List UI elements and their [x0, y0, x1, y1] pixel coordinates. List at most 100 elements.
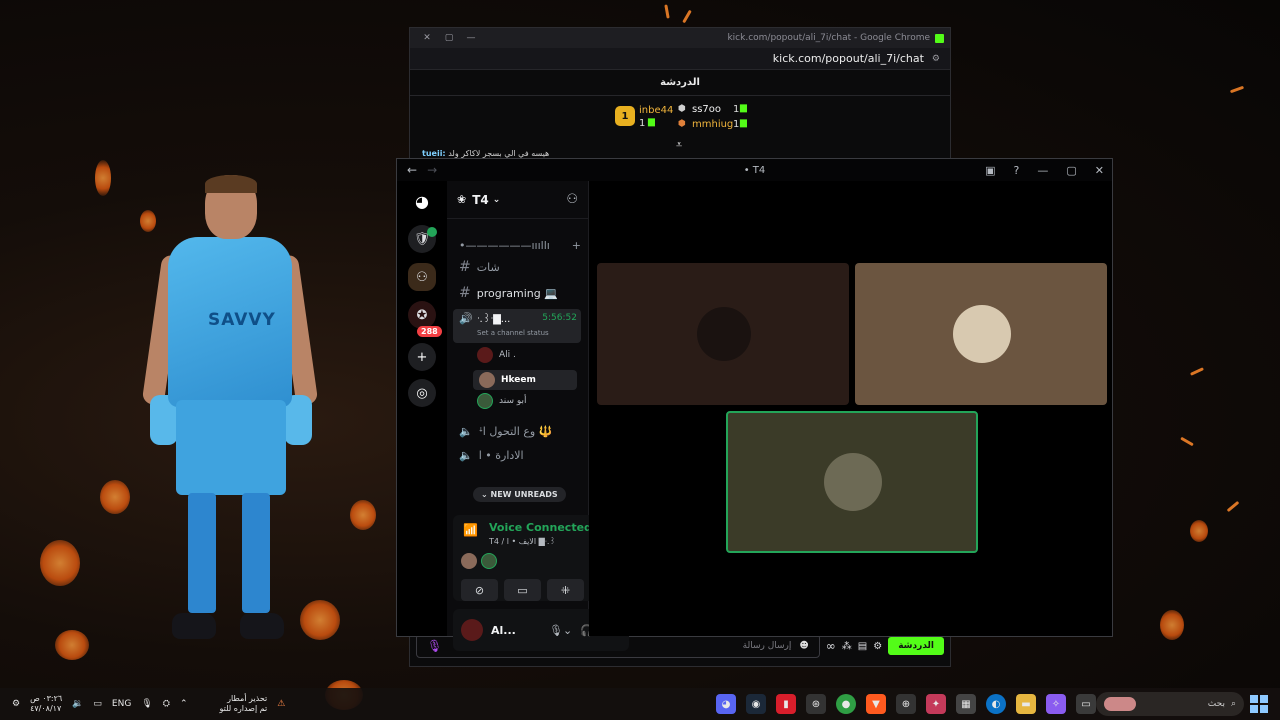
add-channel-icon[interactable]: +: [572, 239, 581, 252]
weather-subtitle: تم إصداره للتو: [219, 704, 268, 713]
leader-name[interactable]: inbe44: [639, 105, 673, 116]
discover-icon[interactable]: ◎: [408, 379, 436, 407]
app-icon[interactable]: ▭: [1076, 694, 1096, 714]
tray-app-icon[interactable]: ⛭: [163, 699, 170, 709]
speaker-icon: 🔊: [459, 312, 473, 325]
network-icon[interactable]: ▭: [93, 699, 102, 709]
user-name: Hkeem: [501, 375, 536, 385]
address-bar[interactable]: kick.com/popout/ali_7i/chat ⚙: [410, 48, 950, 70]
infinity-icon[interactable]: ∞: [826, 639, 836, 653]
text-channel[interactable]: # programing 💻: [459, 285, 581, 301]
site-settings-icon[interactable]: ⚙: [932, 54, 940, 64]
voice-user[interactable]: أبو سند: [477, 393, 527, 409]
ember-streak: [682, 9, 692, 24]
language-indicator[interactable]: ENG: [112, 699, 131, 709]
close-icon[interactable]: ✕: [416, 33, 438, 43]
copilot-app-icon[interactable]: ✧: [1046, 694, 1066, 714]
channel-name: programing 💻: [476, 286, 558, 300]
steam-app-icon[interactable]: ◉: [746, 694, 766, 714]
mic-icon[interactable]: 🎙: [141, 699, 152, 709]
channel-status-link[interactable]: Set a channel status: [477, 329, 549, 337]
participant-tile[interactable]: [855, 263, 1107, 405]
close-icon[interactable]: ✕: [1095, 164, 1104, 177]
avatar: [477, 393, 493, 409]
settings-icon[interactable]: ⚙: [873, 641, 882, 652]
server-header[interactable]: ❀ T4 ⌄ ⚇: [447, 181, 588, 219]
channel-name: ꜜوع التحول ا 🔱: [478, 425, 553, 438]
participant-tile[interactable]: [597, 263, 849, 405]
ember-streak: [1229, 85, 1245, 94]
brave-app-icon[interactable]: ▼: [866, 694, 886, 714]
inbox-icon[interactable]: ▣: [985, 164, 995, 177]
discord-window: ← → • T4 ▣ ? — ▢ ✕ ◕ 🛡 ⚇ ✪ 288 + ◎ ❀ T4 …: [396, 158, 1113, 651]
store-icon[interactable]: ▤: [858, 641, 867, 652]
discord-app-icon[interactable]: ◕: [716, 694, 736, 714]
emoji-icon[interactable]: ☻: [799, 641, 808, 651]
help-icon[interactable]: ?: [1014, 164, 1020, 177]
add-server-icon[interactable]: +: [408, 343, 436, 371]
maximize-icon[interactable]: ▢: [438, 33, 460, 43]
user-name[interactable]: Al...: [491, 624, 516, 637]
pinned-apps: ◕ ◉ ▮ ⊛ ● ▼ ⊕ ✦ ▦ ◐ ▬ ✧ ▭: [716, 694, 1096, 714]
maximize-icon[interactable]: ▢: [1066, 164, 1076, 177]
clock[interactable]: ٠٣:٢٦ ص ٤٧/٠٨/١٧: [30, 694, 62, 714]
voice-status[interactable]: Voice Connected: [489, 521, 592, 534]
avatar[interactable]: [461, 619, 483, 641]
leader-count: 1: [733, 119, 740, 130]
chat-username[interactable]: tueii:: [422, 149, 446, 158]
app-icon[interactable]: ✦: [926, 694, 946, 714]
explorer-app-icon[interactable]: ▬: [1016, 694, 1036, 714]
leader-name[interactable]: ss7oo: [692, 104, 721, 115]
leader-name[interactable]: mmhiug: [692, 119, 733, 130]
app-icon[interactable]: ⊕: [896, 694, 916, 714]
server-icon[interactable]: ✪: [408, 301, 436, 329]
active-voice-channel[interactable]: 🔊 ᐧ.꒱ᐧ▇... 5:56:52 Set a channel status: [453, 309, 581, 343]
channel-name: ᐧ.꒱ᐧ▇...: [477, 314, 511, 325]
store-app-icon[interactable]: ▦: [956, 694, 976, 714]
send-chat-button[interactable]: الدردشة: [888, 637, 944, 655]
new-unreads-button[interactable]: ⌄ NEW UNREADS: [473, 487, 566, 502]
server-folder-icon[interactable]: ⚇: [408, 263, 436, 291]
chevron-up-icon[interactable]: ⌃: [180, 699, 188, 709]
invite-icon[interactable]: ⚇: [566, 192, 578, 207]
channel-category[interactable]: •——————ıııllı +: [459, 239, 581, 252]
chevron-down-icon[interactable]: ⌄: [493, 195, 501, 205]
kick-logo-icon: [935, 33, 944, 43]
weather-widget[interactable]: تحذير أمطار تم إصداره للتو: [220, 694, 268, 714]
channel-name: شات: [476, 260, 500, 274]
voice-channel[interactable]: 🔈 ꜜوع التحول ا 🔱: [459, 425, 581, 438]
app-icon[interactable]: ▮: [776, 694, 796, 714]
dots-icon[interactable]: ⁂: [842, 641, 852, 652]
camera-off-button[interactable]: ⊘: [461, 579, 498, 601]
voice-user[interactable]: Ali .: [477, 347, 516, 363]
text-channel[interactable]: # شات: [459, 259, 581, 275]
collapse-chevron-icon[interactable]: ⩡: [676, 138, 682, 152]
edge-app-icon[interactable]: ◐: [986, 694, 1006, 714]
taskbar-search[interactable]: بحث ⌕: [1096, 692, 1244, 716]
app-icon[interactable]: ⊛: [806, 694, 826, 714]
volume-icon[interactable]: 🔉: [72, 699, 83, 709]
mic-icon[interactable]: 🎙: [427, 639, 442, 653]
voice-channel-path[interactable]: T4 / الايف • ا ▇ᐧ.꒱: [489, 535, 556, 546]
microphone-icon[interactable]: 🎙⌄: [549, 624, 572, 637]
discord-home-icon[interactable]: ◕: [408, 187, 436, 215]
activities-button[interactable]: ⁜: [547, 579, 584, 601]
windows-start-icon[interactable]: [1250, 695, 1268, 713]
screen-share-button[interactable]: ▭: [504, 579, 541, 601]
ember: [95, 160, 111, 196]
voice-user[interactable]: Hkeem: [473, 370, 577, 390]
weather-title: تحذير أمطار: [227, 694, 268, 703]
voice-channel[interactable]: 🔈 الادارة • ا: [459, 449, 581, 462]
back-arrow-icon[interactable]: ←: [407, 163, 417, 177]
ember: [55, 630, 89, 660]
category-label: •——————ıııllı: [459, 239, 550, 252]
settings-icon[interactable]: ⚙: [12, 699, 20, 709]
avatar: [953, 305, 1011, 363]
chrome-app-icon[interactable]: ●: [836, 694, 856, 714]
minimize-icon[interactable]: —: [1037, 164, 1048, 177]
participant-tile-speaking[interactable]: [726, 411, 978, 553]
chat-text: هيسه في الي بسجر لاكاكر ولد: [448, 149, 550, 158]
minimize-icon[interactable]: —: [460, 33, 482, 43]
forward-arrow-icon[interactable]: →: [427, 163, 437, 177]
url-text[interactable]: kick.com/popout/ali_7i/chat: [773, 52, 924, 65]
